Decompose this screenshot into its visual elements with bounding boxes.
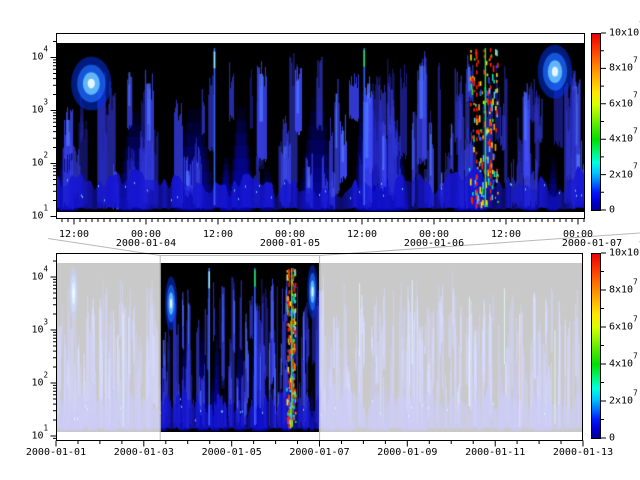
x-tick-label: 2000-01-05 [202, 447, 262, 458]
y-tick-label: 101 [31, 431, 48, 442]
y-tick-label: 104 [31, 272, 48, 283]
x-tick-label: 12:00 [491, 229, 521, 240]
colorbar-ticks [601, 33, 606, 438]
x-date-label: 2000-01-05 [260, 238, 320, 249]
bottom-colorbar [591, 253, 601, 439]
y-tick-label: 103 [31, 105, 48, 116]
colorbar-tick-label: 0 [609, 433, 615, 444]
colorbar-tick-label: 4x107 [609, 359, 638, 370]
y-tick-label: 101 [31, 211, 48, 222]
colorbar-tick-label: 2x107 [609, 169, 638, 180]
colorbar-tick-label: 10x107 [609, 28, 640, 39]
x-tick-label: 12:00 [59, 229, 89, 240]
y-tick-label: 102 [31, 158, 48, 169]
x-tick-label: 2000-01-11 [465, 447, 525, 458]
y-tick-label: 104 [31, 52, 48, 63]
x-date-label: 2000-01-07 [562, 238, 622, 249]
x-tick-label: 2000-01-03 [114, 447, 174, 458]
colorbar-tick-label: 8x107 [609, 285, 638, 296]
x-tick-label: 12:00 [347, 229, 377, 240]
x-tick-label: 00:00 [419, 229, 449, 240]
x-tick-label: 00:00 [275, 229, 305, 240]
x-tick-label: 12:00 [203, 229, 233, 240]
colorbar-tick-label: 0 [609, 205, 615, 216]
x-tick-label: 2000-01-13 [553, 447, 613, 458]
zoom-connector-lines [48, 233, 640, 256]
x-tick-label: 2000-01-09 [377, 447, 437, 458]
top-colorbar [591, 33, 601, 211]
colorbar-tick-label: 10x107 [609, 248, 640, 259]
colorbar-tick-label: 4x107 [609, 134, 638, 145]
y-tick-label: 102 [31, 378, 48, 389]
colorbar-tick-label: 8x107 [609, 63, 638, 74]
spectrogram-figure: 12:00 00:00 12:00 00:00 12:00 00:00 12:00 00:00… [0, 0, 640, 480]
x-tick-label: 00:00 [131, 229, 161, 240]
x-tick-label: 00:00 [563, 229, 593, 240]
x-tick-label: 2000-01-07 [289, 447, 349, 458]
bottom-heatmap-canvas[interactable] [56, 263, 583, 432]
x-date-label: 2000-01-04 [116, 238, 176, 249]
colorbar-tick-label: 2x107 [609, 396, 638, 407]
colorbar-tick-label: 6x107 [609, 322, 638, 333]
x-date-label: 2000-01-06 [404, 238, 464, 249]
colorbar-tick-label: 6x107 [609, 98, 638, 109]
y-tick-label: 103 [31, 325, 48, 336]
x-tick-label: 2000-01-01 [26, 447, 86, 458]
top-heatmap-canvas[interactable] [56, 43, 585, 212]
